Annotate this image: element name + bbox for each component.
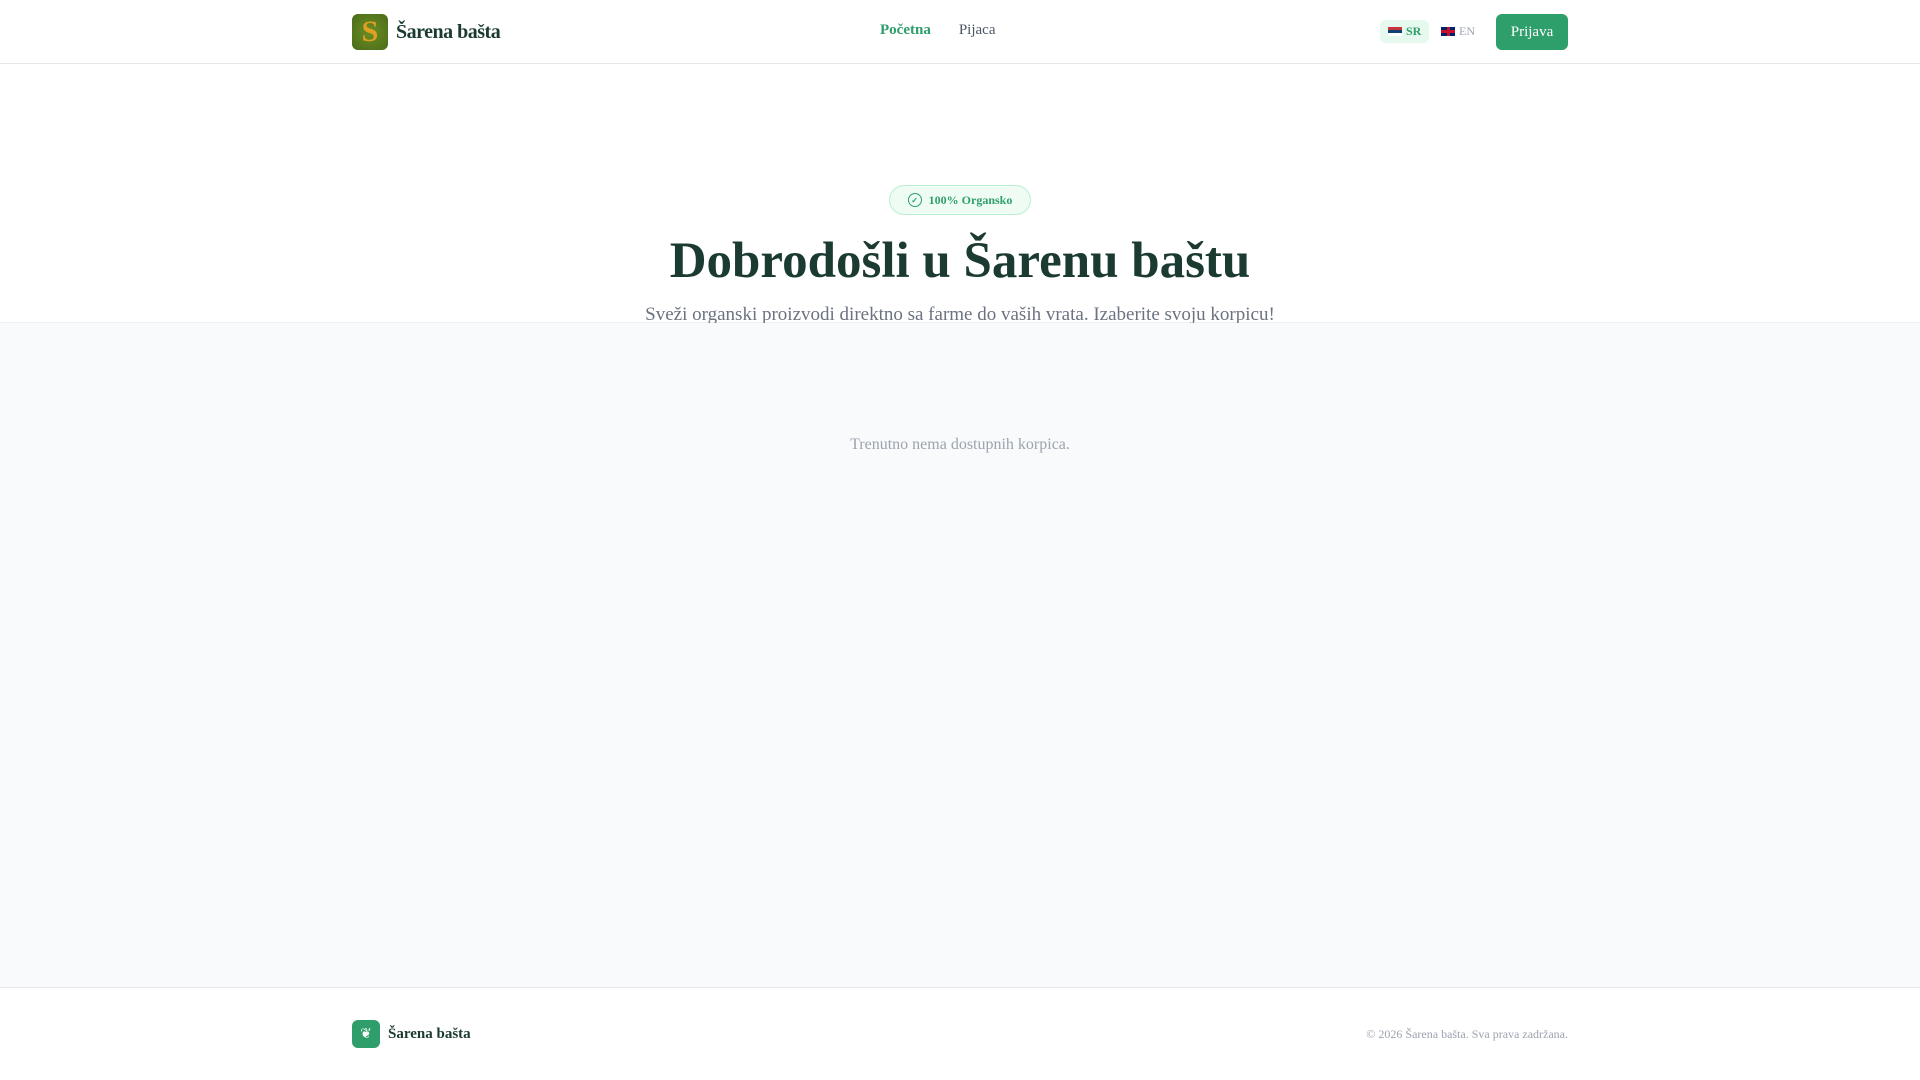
brand-name: Šarena bašta	[396, 20, 501, 43]
nav-pijaca[interactable]: Pijaca	[959, 22, 996, 39]
footer: ❦ Šarena bašta © 2026 Šarena bašta. Sva …	[0, 987, 1920, 1080]
brand-logo[interactable]: S Šarena bašta	[352, 14, 501, 50]
nav-pocetna[interactable]: Početna	[880, 22, 931, 39]
footer-brand-name: Šarena bašta	[388, 1025, 471, 1042]
header: S Šarena bašta Početna Pijaca SR EN Prij…	[0, 0, 1920, 64]
empty-state-message: Trenutno nema dostupnih korpica.	[850, 436, 1070, 453]
baskets-section: Trenutno nema dostupnih korpica.	[0, 323, 1920, 987]
copyright: © 2026 Šarena bašta. Sva prava zadržana.	[1366, 1027, 1568, 1041]
login-button[interactable]: Prijava	[1496, 14, 1568, 50]
footer-brand: ❦ Šarena bašta	[352, 1020, 471, 1048]
language-sr-button[interactable]: SR	[1380, 20, 1430, 43]
uk-flag-icon	[1441, 27, 1455, 36]
logo-image: S	[352, 14, 388, 50]
check-circle-icon: ✓	[907, 193, 922, 207]
language-code: SR	[1406, 24, 1422, 38]
language-en-button[interactable]: EN	[1433, 20, 1483, 43]
main-nav: Početna Pijaca	[880, 22, 995, 39]
page-title: Dobrodošli u Šarenu baštu	[669, 233, 1251, 289]
language-code: EN	[1459, 24, 1475, 38]
hero: ✓ 100% Organsko Dobrodošli u Šarenu baštu…	[0, 64, 1920, 325]
organic-badge: ✓ 100% Organsko	[889, 185, 1031, 215]
serbia-flag-icon	[1388, 27, 1402, 36]
badge-label: 100% Organsko	[928, 192, 1013, 207]
leaf-icon: ❦	[352, 1020, 380, 1048]
